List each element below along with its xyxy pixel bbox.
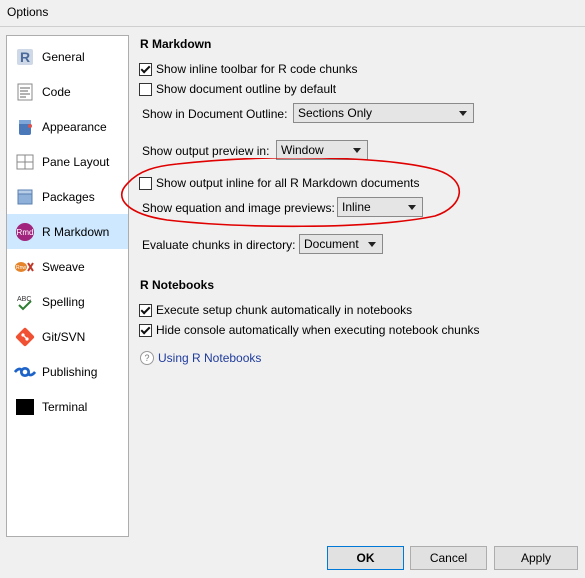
eval-dir-select[interactable]: Document <box>299 234 383 254</box>
sidebar-item-general[interactable]: R General <box>7 39 128 74</box>
sidebar-item-label: Pane Layout <box>42 154 110 169</box>
sidebar-item-label: Terminal <box>42 399 88 414</box>
svg-text:Rnw: Rnw <box>16 265 26 271</box>
hide-console-checkbox[interactable]: Hide console automatically when executin… <box>139 322 480 338</box>
sweave-icon: Rnw <box>14 256 36 278</box>
help-icon: ? <box>140 351 154 365</box>
checkbox-label: Hide console automatically when executin… <box>156 323 480 337</box>
show-inline-toolbar-checkbox[interactable]: Show inline toolbar for R code chunks <box>139 61 357 77</box>
sidebar-item-packages[interactable]: Packages <box>7 179 128 214</box>
sidebar-item-code[interactable]: Code <box>7 74 128 109</box>
sidebar-item-label: General <box>42 49 85 64</box>
sidebar-item-git-svn[interactable]: Git/SVN <box>7 319 128 354</box>
sidebar-item-r-markdown[interactable]: Rmd R Markdown <box>7 214 128 249</box>
sidebar-item-sweave[interactable]: Rnw Sweave <box>7 249 128 284</box>
rmarkdown-heading: R Markdown <box>140 37 212 51</box>
select-value: Document <box>304 237 359 251</box>
checkbox-label: Show inline toolbar for R code chunks <box>156 62 358 76</box>
sidebar-item-appearance[interactable]: Appearance <box>7 109 128 144</box>
chevron-down-icon <box>368 242 376 247</box>
publishing-icon <box>14 361 36 383</box>
r-logo-icon: R <box>14 46 36 68</box>
apply-button[interactable]: Apply <box>494 546 578 570</box>
options-sidebar: R General Code Appearance Pane Layout Pa… <box>6 35 129 537</box>
paint-bucket-icon <box>14 116 36 138</box>
sidebar-item-label: R Markdown <box>42 224 110 239</box>
svg-text:Rmd: Rmd <box>17 228 34 237</box>
show-outline-default-checkbox[interactable]: Show document outline by default <box>139 81 336 97</box>
exec-setup-checkbox[interactable]: Execute setup chunk automatically in not… <box>139 302 412 318</box>
checkbox-label: Execute setup chunk automatically in not… <box>156 303 413 317</box>
output-preview-label: Show output preview in: <box>142 144 270 158</box>
select-value: Window <box>281 143 324 157</box>
doc-outline-select[interactable]: Sections Only <box>293 103 474 123</box>
svg-text:R: R <box>20 49 30 65</box>
sidebar-item-label: Code <box>42 84 71 99</box>
ok-button[interactable]: OK <box>327 546 404 570</box>
sidebar-item-label: Spelling <box>42 294 85 309</box>
terminal-icon <box>14 396 36 418</box>
checkbox-box[interactable] <box>139 323 152 337</box>
checkbox-box[interactable] <box>139 62 152 76</box>
checkbox-label: Show document outline by default <box>156 82 337 96</box>
sidebar-item-label: Appearance <box>42 119 107 134</box>
spellcheck-icon: ABC <box>14 291 36 313</box>
code-doc-icon <box>14 81 36 103</box>
output-preview-select[interactable]: Window <box>276 140 368 160</box>
checkbox-box[interactable] <box>139 82 152 96</box>
sidebar-item-label: Packages <box>42 189 95 204</box>
title-bar: Options <box>0 0 585 26</box>
chevron-down-icon <box>353 148 361 153</box>
checkbox-box[interactable] <box>139 303 152 317</box>
select-value: Sections Only <box>298 106 373 120</box>
pane-layout-icon <box>14 151 36 173</box>
window-title: Options <box>7 5 49 19</box>
chevron-down-icon <box>459 111 467 116</box>
sidebar-item-spelling[interactable]: ABC Spelling <box>7 284 128 319</box>
using-r-notebooks-link[interactable]: Using R Notebooks <box>158 351 261 365</box>
sidebar-item-label: Publishing <box>42 364 98 379</box>
sidebar-item-terminal[interactable]: Terminal <box>7 389 128 424</box>
rmd-icon: Rmd <box>14 221 36 243</box>
sidebar-item-label: Sweave <box>42 259 85 274</box>
package-box-icon <box>14 186 36 208</box>
sidebar-item-publishing[interactable]: Publishing <box>7 354 128 389</box>
sidebar-item-label: Git/SVN <box>42 329 86 344</box>
notebooks-heading: R Notebooks <box>140 278 215 292</box>
git-icon <box>14 326 36 348</box>
cancel-button[interactable]: Cancel <box>410 546 487 570</box>
annotation-oval <box>121 158 461 228</box>
sidebar-item-pane-layout[interactable]: Pane Layout <box>7 144 128 179</box>
title-separator <box>0 26 585 27</box>
eval-dir-label: Evaluate chunks in directory: <box>142 238 296 252</box>
doc-outline-label: Show in Document Outline: <box>142 107 288 121</box>
